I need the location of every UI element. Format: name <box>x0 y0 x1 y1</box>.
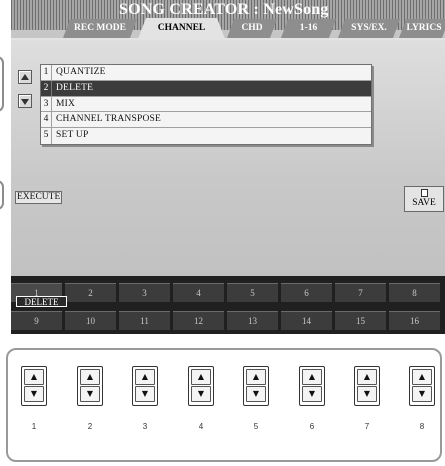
arrow-up-icon: ▲ <box>308 372 316 381</box>
arrow-up-icon: ▲ <box>141 372 149 381</box>
screen-title: SONG CREATOR : NewSong <box>119 1 329 18</box>
panel-button-8[interactable]: ▲ ▼ <box>409 366 435 406</box>
panel-button-3-up[interactable]: ▲ <box>135 369 155 385</box>
panel-button-label-1: 1 <box>31 422 37 431</box>
arrow-down-icon: ▼ <box>363 389 371 398</box>
panel-button-5[interactable]: ▲ ▼ <box>243 366 269 406</box>
panel-button-6-up[interactable]: ▲ <box>302 369 322 385</box>
lcd-button-9[interactable]: 9 <box>11 311 62 330</box>
panel-button-1-up[interactable]: ▲ <box>24 369 44 385</box>
panel-button-7-down[interactable]: ▼ <box>357 386 377 402</box>
arrow-up-icon: ▲ <box>363 372 371 381</box>
lcd-button-5[interactable]: 5 <box>227 283 278 302</box>
lcd-button-13[interactable]: 13 <box>227 311 278 330</box>
execute-button[interactable]: EXECUTE <box>15 191 63 204</box>
execute-bracket <box>0 180 4 210</box>
lcd-button-8[interactable]: 8 <box>389 283 440 302</box>
panel-button-2-down[interactable]: ▼ <box>80 386 100 402</box>
panel-button-5-up[interactable]: ▲ <box>246 369 266 385</box>
arrow-up-icon <box>21 74 29 80</box>
lcd-button-10[interactable]: 10 <box>65 311 116 330</box>
menu-item-quantize[interactable]: 1 QUANTIZE <box>41 65 371 81</box>
panel-button-label-3: 3 <box>142 422 148 431</box>
panel-button-2[interactable]: ▲ ▼ <box>77 366 103 406</box>
delete-function-label: DELETE <box>16 296 67 307</box>
panel-button-label-6: 6 <box>309 422 315 431</box>
arrow-down-icon: ▼ <box>418 389 426 398</box>
panel-button-label-7: 7 <box>364 422 370 431</box>
arrow-up-icon: ▲ <box>197 372 205 381</box>
lcd-button-15[interactable]: 15 <box>335 311 386 330</box>
arrow-up-icon: ▲ <box>252 372 260 381</box>
save-button[interactable]: SAVE <box>404 186 444 212</box>
panel-button-6-down[interactable]: ▼ <box>302 386 322 402</box>
tab-1-16[interactable]: 1-16 <box>281 19 336 38</box>
lcd-button-6[interactable]: 6 <box>281 283 332 302</box>
arrow-down-icon: ▼ <box>308 389 316 398</box>
panel-button-label-5: 5 <box>253 422 259 431</box>
panel-button-8-up[interactable]: ▲ <box>412 369 432 385</box>
tab-channel[interactable]: CHANNEL <box>138 18 225 39</box>
tab-rec-mode[interactable]: REC MODE <box>63 19 137 38</box>
panel-button-label-4: 4 <box>198 422 204 431</box>
arrow-down-icon: ▼ <box>252 389 260 398</box>
panel-button-5-down[interactable]: ▼ <box>246 386 266 402</box>
function-menu: 1 QUANTIZE 2 DELETE 3 MIX 4 CHANNEL TRANSPOS… <box>40 64 372 145</box>
arrow-down-icon: ▼ <box>86 389 94 398</box>
lcd-button-7[interactable]: 7 <box>335 283 386 302</box>
panel-button-3-down[interactable]: ▼ <box>135 386 155 402</box>
page-buttons-bracket <box>0 56 4 112</box>
page-up-button[interactable] <box>18 70 32 84</box>
tab-lyrics[interactable]: LYRICS <box>399 19 445 38</box>
panel-button-2-up[interactable]: ▲ <box>80 369 100 385</box>
arrow-down-icon: ▼ <box>141 389 149 398</box>
lcd-button-4[interactable]: 4 <box>173 283 224 302</box>
panel-button-label-2: 2 <box>87 422 93 431</box>
lcd-button-11[interactable]: 11 <box>119 311 170 330</box>
panel-button-7[interactable]: ▲ ▼ <box>354 366 380 406</box>
panel-button-1-down[interactable]: ▼ <box>24 386 44 402</box>
tab-sys-ex[interactable]: SYS/EX. <box>338 19 400 38</box>
hardware-button-panel: ▲ ▼ 1 ▲ ▼ 2 ▲ ▼ 3 ▲ ▼ 4 ▲ ▼ 5 ▲ ▼ 6 ▲ ▼ … <box>6 348 442 462</box>
menu-item-set-up[interactable]: 5 SET UP <box>41 128 371 144</box>
lcd-screen: SONG CREATOR : NewSong REC MODE CHANNEL … <box>11 0 445 334</box>
arrow-up-icon: ▲ <box>418 372 426 381</box>
menu-item-delete[interactable]: 2 DELETE <box>41 80 371 97</box>
tab-chd[interactable]: CHD <box>227 19 277 38</box>
number-button-rows: 1 2 3 4 5 6 7 8 9 10 11 12 13 14 15 16 <box>11 276 445 334</box>
page-down-button[interactable] <box>18 94 32 108</box>
lower-number-row: 9 10 11 12 13 14 15 16 <box>11 311 445 330</box>
panel-button-7-up[interactable]: ▲ <box>357 369 377 385</box>
upper-number-row: 1 2 3 4 5 6 7 8 <box>11 283 445 302</box>
arrow-down-icon: ▼ <box>30 389 38 398</box>
menu-item-channel-transpose[interactable]: 4 CHANNEL TRANSPOSE <box>41 112 371 129</box>
disk-icon <box>420 189 428 197</box>
menu-item-mix[interactable]: 3 MIX <box>41 96 371 113</box>
arrow-up-icon: ▲ <box>30 372 38 381</box>
panel-button-3[interactable]: ▲ ▼ <box>132 366 158 406</box>
panel-button-label-8: 8 <box>419 422 425 431</box>
panel-button-4[interactable]: ▲ ▼ <box>188 366 214 406</box>
arrow-down-icon: ▼ <box>197 389 205 398</box>
lcd-button-14[interactable]: 14 <box>281 311 332 330</box>
panel-button-8-down[interactable]: ▼ <box>412 386 432 402</box>
lcd-button-2[interactable]: 2 <box>65 283 116 302</box>
arrow-up-icon: ▲ <box>86 372 94 381</box>
panel-button-4-down[interactable]: ▼ <box>191 386 211 402</box>
panel-button-1[interactable]: ▲ ▼ <box>21 366 47 406</box>
arrow-down-icon <box>21 99 29 105</box>
lcd-button-3[interactable]: 3 <box>119 283 170 302</box>
lcd-button-12[interactable]: 12 <box>173 311 224 330</box>
panel-button-4-up[interactable]: ▲ <box>191 369 211 385</box>
lcd-button-16[interactable]: 16 <box>389 311 440 330</box>
panel-button-6[interactable]: ▲ ▼ <box>299 366 325 406</box>
